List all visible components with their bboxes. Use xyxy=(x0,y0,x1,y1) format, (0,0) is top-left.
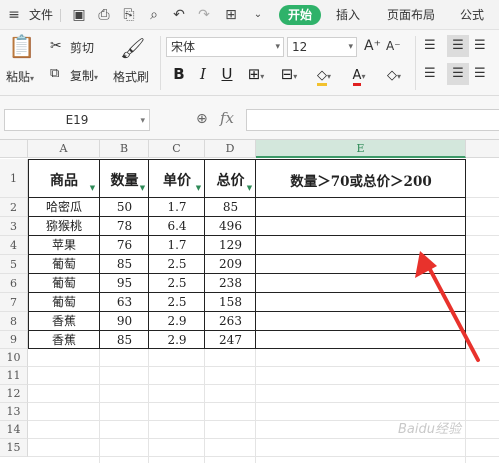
copy-label: 复制 xyxy=(70,69,95,83)
copy-icon: ⧉ xyxy=(50,66,60,81)
align-bottom-icon[interactable]: ☰ xyxy=(474,38,486,53)
paste-label: 粘贴 xyxy=(6,70,31,84)
divider xyxy=(60,9,61,22)
fill-color-icon[interactable]: ◇▾ xyxy=(310,64,338,86)
menu-bar: ≡ 文件 ▣ ⎙ ⎘ ⌕ ↶ ↷ ⊞ ⌄ 开始 插入 页面布局 公式 xyxy=(0,0,499,30)
font-color-icon[interactable]: A▾ xyxy=(345,64,373,86)
ribbon: 📋 粘贴▾ ✂ 剪切 ⧉ 复制▾ 🖌 格式刷 宋体 ▾ 12 ▾ A⁺ A⁻ B I… xyxy=(0,30,499,96)
redo-icon[interactable]: ↷ xyxy=(196,7,212,23)
format-table-icon[interactable]: ⊞ xyxy=(223,7,239,23)
decrease-font-icon[interactable]: A⁻ xyxy=(386,39,401,53)
clear-format-icon[interactable]: ◇▾ xyxy=(380,64,408,84)
scissors-icon: ✂ xyxy=(50,38,62,54)
cut-button[interactable]: 剪切 xyxy=(70,39,94,56)
bold-icon[interactable]: B xyxy=(170,64,188,84)
print-preview-icon[interactable]: ⌕ xyxy=(146,7,162,23)
format-painter-button[interactable]: 格式刷 xyxy=(113,68,149,85)
font-name-select[interactable]: 宋体 ▾ xyxy=(166,37,284,57)
chevron-down-icon: ▾ xyxy=(140,116,145,126)
increase-font-icon[interactable]: A⁺ xyxy=(364,38,381,54)
align-center-icon[interactable]: ☰ xyxy=(447,63,469,85)
chevron-down-icon: ▾ xyxy=(348,42,353,52)
save-icon[interactable]: ▣ xyxy=(71,7,87,23)
function-icon[interactable]: fx xyxy=(220,109,234,127)
formula-input[interactable] xyxy=(246,109,499,131)
zoom-icon[interactable]: ⊕ xyxy=(196,111,208,127)
align-right-icon[interactable]: ☰ xyxy=(474,66,486,81)
align-middle-icon[interactable]: ☰ xyxy=(447,35,469,57)
paste-button[interactable]: 粘贴▾ xyxy=(6,68,34,85)
tab-insert[interactable]: 插入 xyxy=(336,0,360,30)
cell-reference: E19 xyxy=(65,113,89,127)
tab-start[interactable]: 开始 xyxy=(279,5,321,25)
divider xyxy=(160,36,161,90)
tab-formula[interactable]: 公式 xyxy=(460,0,484,30)
formula-bar: E19 ▾ ⊕ fx xyxy=(0,96,499,140)
more-icon[interactable]: ⌄ xyxy=(250,7,266,23)
spreadsheet-grid[interactable]: A B C D E 1 2 3 4 5 6 7 8 9 10 11 12 13 14 15 商品 数量 单价… xyxy=(0,140,499,463)
tab-page-layout[interactable]: 页面布局 xyxy=(387,0,435,30)
divider xyxy=(415,36,416,90)
paste-icon[interactable]: 📋 xyxy=(8,36,35,60)
border-icon[interactable]: ⊞▾ xyxy=(243,64,269,84)
format-painter-icon[interactable]: 🖌 xyxy=(120,36,145,60)
menu-icon[interactable]: ≡ xyxy=(6,7,22,23)
italic-icon[interactable]: I xyxy=(194,64,212,84)
annotation-arrow xyxy=(415,251,480,362)
name-box[interactable]: E19 ▾ xyxy=(4,109,150,131)
font-name-value: 宋体 xyxy=(171,40,196,54)
watermark: Baidu经验 xyxy=(398,422,461,437)
align-left-icon[interactable]: ☰ xyxy=(424,66,436,81)
file-menu[interactable]: 文件 xyxy=(29,0,53,30)
diagonal-border-icon[interactable]: ⊟▾ xyxy=(276,64,302,84)
undo-icon[interactable]: ↶ xyxy=(171,7,187,23)
font-size-value: 12 xyxy=(292,40,308,54)
arrow-shaft xyxy=(423,258,480,362)
export-pdf-icon[interactable]: ⎙ xyxy=(96,7,112,23)
chevron-down-icon: ▾ xyxy=(275,42,280,52)
copy-button[interactable]: 复制▾ xyxy=(70,67,98,84)
font-size-select[interactable]: 12 ▾ xyxy=(287,37,357,57)
align-top-icon[interactable]: ☰ xyxy=(424,38,436,53)
underline-icon[interactable]: U xyxy=(218,64,236,84)
print-icon[interactable]: ⎘ xyxy=(121,7,137,23)
